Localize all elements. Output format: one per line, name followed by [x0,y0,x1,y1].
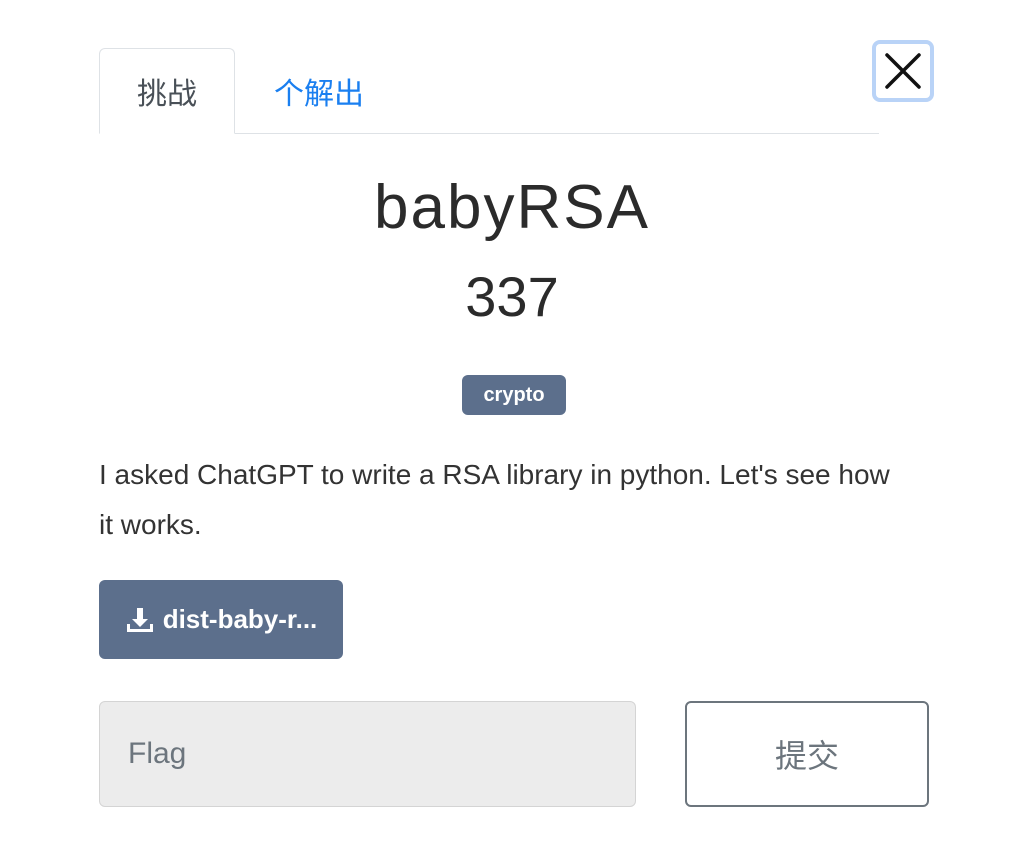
close-icon [885,53,921,89]
file-download-button[interactable]: dist-baby-r... [99,580,343,659]
close-button[interactable] [872,40,934,102]
download-icon [125,606,155,634]
tab-challenge[interactable]: 挑战 [99,48,235,134]
challenge-description: I asked ChatGPT to write a RSA library i… [99,459,890,540]
flag-input[interactable] [99,701,636,807]
tab-bar: 挑战 个解出 [99,48,879,134]
category-tag: crypto [462,375,566,415]
file-download-label: dist-baby-r... [162,604,318,634]
submit-button[interactable]: 提交 [685,701,929,807]
challenge-points: 337 [465,265,559,328]
challenge-title: babyRSA [374,173,650,242]
tab-solves[interactable]: 个解出 [249,48,389,133]
challenge-modal: 挑战 个解出 babyRSA 337 crypto I asked ChatGP… [0,0,1024,855]
